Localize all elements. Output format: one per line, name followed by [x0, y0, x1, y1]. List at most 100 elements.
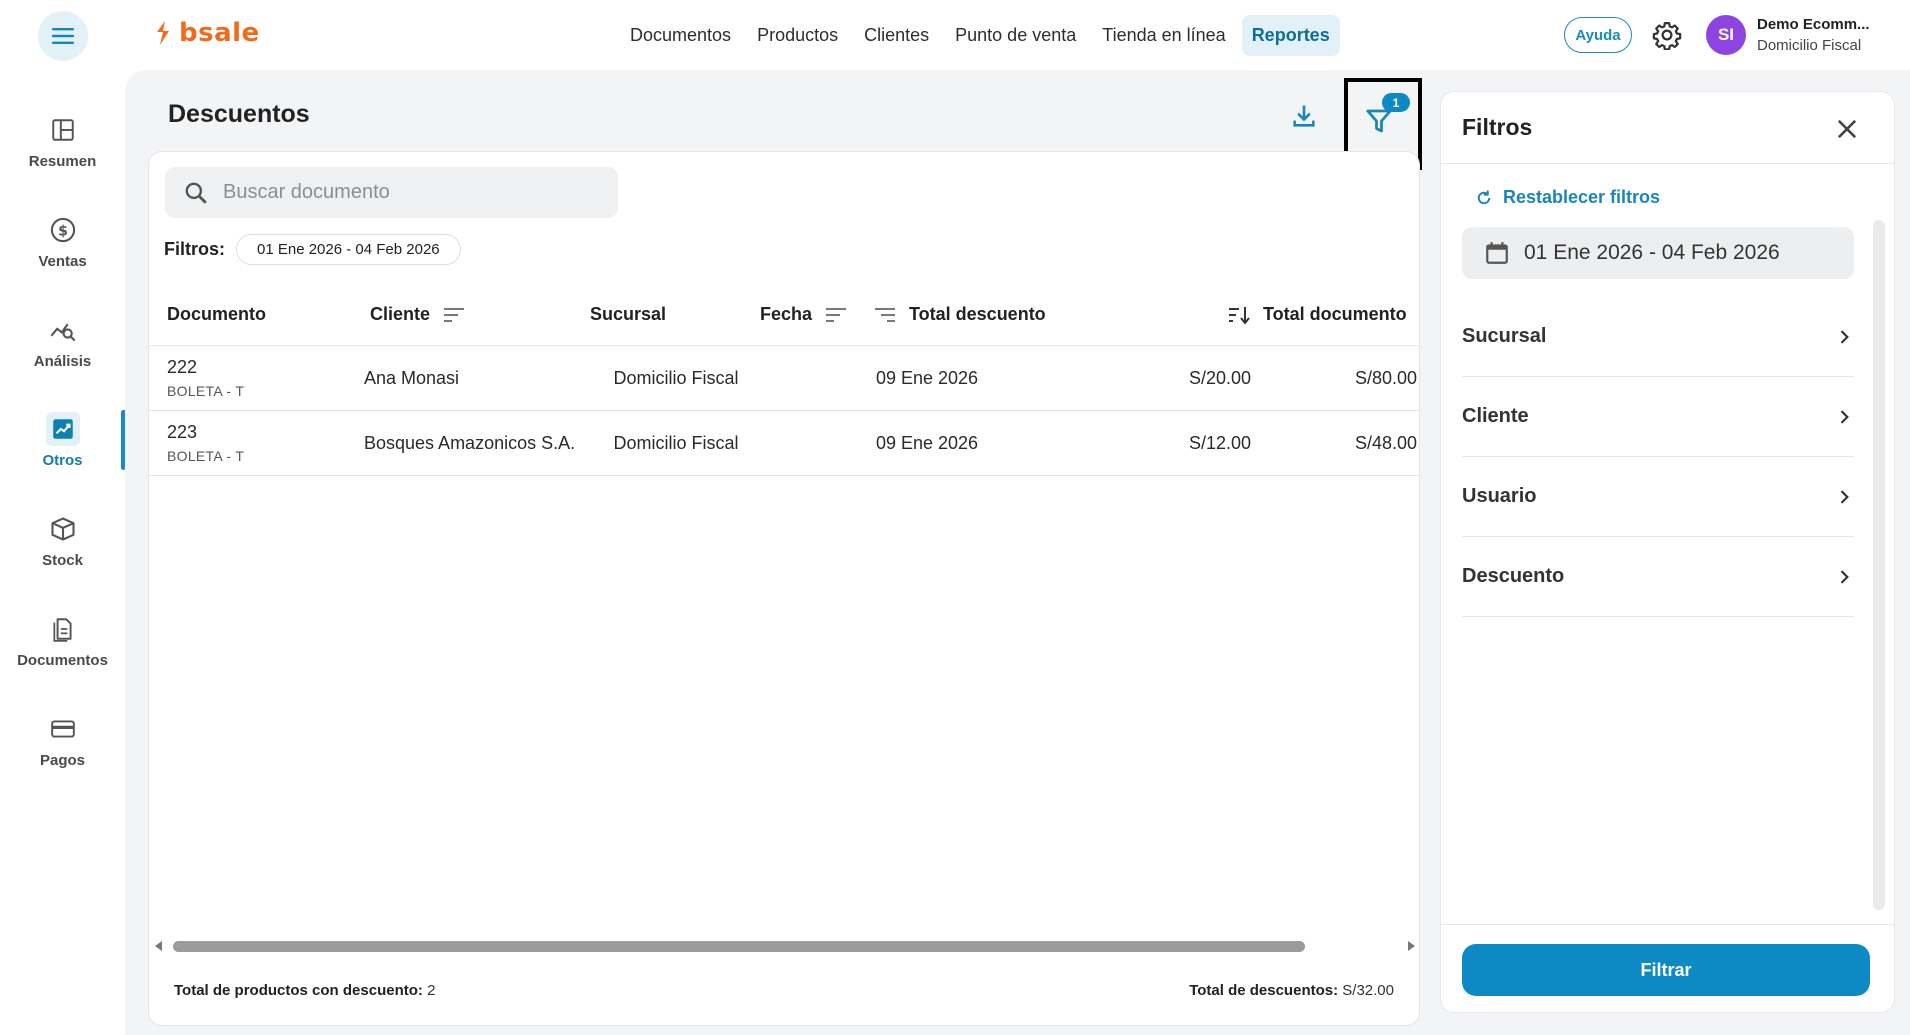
- column-header-sucursal[interactable]: Sucursal: [590, 304, 666, 325]
- document-type: BOLETA - T: [167, 383, 245, 399]
- document-total-cell: S/80.00: [1354, 368, 1417, 388]
- help-button[interactable]: Ayuda: [1564, 17, 1632, 53]
- brand-logo[interactable]: bsale: [153, 18, 260, 48]
- scroll-left-arrow-icon[interactable]: [155, 941, 162, 951]
- nav-item-documentos[interactable]: Documentos: [620, 15, 741, 56]
- user-name[interactable]: Demo Ecomm...: [1757, 16, 1870, 33]
- discount-total-cell: S/20.00: [1188, 368, 1251, 388]
- card-icon: [46, 712, 80, 746]
- column-header-fecha[interactable]: Fecha: [760, 304, 848, 325]
- documents-icon: [46, 612, 80, 646]
- reset-filters-label: Restablecer filtros: [1503, 187, 1661, 207]
- apply-filters-button[interactable]: Filtrar: [1462, 944, 1870, 996]
- table-row[interactable]: 223 BOLETA - T Bosques Amazonicos S.A. D…: [149, 411, 1419, 476]
- svg-text:$: $: [58, 223, 68, 239]
- sort-descending-icon: [1229, 306, 1250, 324]
- analytics-icon: [46, 313, 80, 347]
- download-icon[interactable]: [1290, 102, 1318, 130]
- nav-item-punto-de-venta[interactable]: Punto de venta: [945, 15, 1086, 56]
- sort-icon: [444, 307, 465, 322]
- bsale-logo-icon: [157, 21, 169, 45]
- search-box[interactable]: [165, 167, 618, 218]
- filter-section-label: Sucursal: [1462, 325, 1547, 347]
- footer-label: Total de productos con descuento:: [174, 982, 423, 999]
- active-filter-chip[interactable]: 01 Ene 2026 - 04 Feb 2026: [236, 234, 461, 265]
- footer-value: 2: [427, 982, 436, 999]
- column-header-cliente[interactable]: Cliente: [370, 304, 466, 325]
- date-range-field[interactable]: 01 Ene 2026 - 04 Feb 2026: [1462, 227, 1854, 279]
- dashboard-icon: [46, 113, 80, 147]
- search-input[interactable]: [223, 181, 603, 204]
- top-bar: bsale Documentos Productos Clientes Punt…: [0, 0, 1910, 70]
- dollar-icon: $: [46, 213, 80, 247]
- gear-icon[interactable]: [1652, 20, 1682, 50]
- horizontal-scrollbar[interactable]: [155, 939, 1415, 953]
- hamburger-icon: [52, 28, 74, 44]
- footer-value: S/32.00: [1342, 982, 1394, 999]
- date-cell: 09 Ene 2026: [875, 368, 979, 388]
- filter-section-usuario[interactable]: Usuario: [1462, 457, 1854, 537]
- filters-panel: Filtros Restablecer filtros 01 Ene 2026 …: [1440, 91, 1895, 1013]
- sidebar-item-label: Resumen: [28, 153, 97, 170]
- sidebar-item-otros[interactable]: Otros: [0, 412, 125, 492]
- chevron-right-icon: [1840, 409, 1849, 424]
- close-icon[interactable]: [1833, 115, 1861, 143]
- sidebar-item-documentos[interactable]: Documentos: [0, 612, 125, 692]
- client-cell: Bosques Amazonicos S.A.: [364, 433, 576, 453]
- scrollbar-thumb[interactable]: [173, 941, 1305, 952]
- sidebar-item-resumen[interactable]: Resumen: [0, 113, 125, 193]
- menu-button[interactable]: [38, 11, 88, 61]
- filter-section-sucursal[interactable]: Sucursal: [1462, 297, 1854, 377]
- sidebar-item-label: Stock: [42, 552, 83, 569]
- panel-title: Filtros: [1462, 114, 1533, 140]
- sidebar-item-label: Documentos: [17, 652, 108, 669]
- sidebar-item-label: Pagos: [39, 752, 85, 769]
- nav-item-tienda-en-linea[interactable]: Tienda en línea: [1092, 15, 1235, 56]
- sidebar: Resumen $ Ventas Análisis Otros Stock Do…: [0, 70, 126, 1035]
- panel-scrollbar[interactable]: [1873, 220, 1885, 910]
- products-with-discount-total: Total de productos con descuento: 2: [174, 982, 435, 999]
- sidebar-item-analisis[interactable]: Análisis: [0, 313, 125, 393]
- filter-section-cliente[interactable]: Cliente: [1462, 377, 1854, 457]
- brand-name: bsale: [179, 18, 260, 48]
- box-icon: [46, 512, 80, 546]
- client-cell: Ana Monasi: [364, 368, 460, 388]
- search-icon: [185, 182, 207, 204]
- sidebar-item-label: Análisis: [33, 353, 92, 370]
- sidebar-item-ventas[interactable]: $ Ventas: [0, 213, 125, 293]
- scroll-right-arrow-icon[interactable]: [1408, 941, 1415, 951]
- sidebar-item-label: Otros: [42, 452, 83, 469]
- branch-cell: Domicilio Fiscal: [613, 368, 739, 388]
- date-range-value: 01 Ene 2026 - 04 Feb 2026: [1524, 241, 1780, 264]
- document-number[interactable]: 222: [167, 357, 197, 378]
- sidebar-item-label: Ventas: [38, 253, 87, 270]
- nav-item-productos[interactable]: Productos: [747, 15, 848, 56]
- reset-filters-button[interactable]: Restablecer filtros: [1475, 187, 1660, 208]
- sidebar-item-stock[interactable]: Stock: [0, 512, 125, 592]
- filters-label: Filtros:: [164, 239, 225, 259]
- user-branch: Domicilio Fiscal: [1757, 37, 1862, 54]
- column-header-total-descuento[interactable]: Total descuento: [873, 304, 1046, 325]
- discounts-card: Filtros: 01 Ene 2026 - 04 Feb 2026 Docum…: [148, 151, 1420, 1026]
- filter-section-label: Descuento: [1462, 565, 1565, 587]
- refresh-icon: [1477, 190, 1491, 204]
- column-header-documento[interactable]: Documento: [167, 304, 266, 325]
- chevron-right-icon: [1840, 329, 1849, 344]
- nav-item-reportes[interactable]: Reportes: [1241, 15, 1340, 56]
- divider: [1441, 924, 1894, 925]
- filter-section-descuento[interactable]: Descuento: [1462, 537, 1854, 617]
- avatar[interactable]: SI: [1706, 15, 1746, 55]
- column-header-total-documento[interactable]: Total documento: [1227, 304, 1407, 325]
- page-title: Descuentos: [168, 100, 310, 128]
- table-header: Documento Cliente Sucursal Fecha Total d…: [149, 284, 1419, 346]
- document-total-cell: S/48.00: [1354, 433, 1417, 453]
- nav-item-clientes[interactable]: Clientes: [854, 15, 939, 56]
- sidebar-item-pagos[interactable]: Pagos: [0, 712, 125, 792]
- table-row[interactable]: 222 BOLETA - T Ana Monasi Domicilio Fisc…: [149, 346, 1419, 411]
- discount-total-cell: S/12.00: [1188, 433, 1251, 453]
- divider: [1441, 163, 1894, 164]
- footer-label: Total de descuentos:: [1189, 982, 1339, 999]
- trend-icon: [45, 412, 80, 446]
- document-number[interactable]: 223: [167, 422, 197, 443]
- filter-section-label: Cliente: [1462, 405, 1529, 427]
